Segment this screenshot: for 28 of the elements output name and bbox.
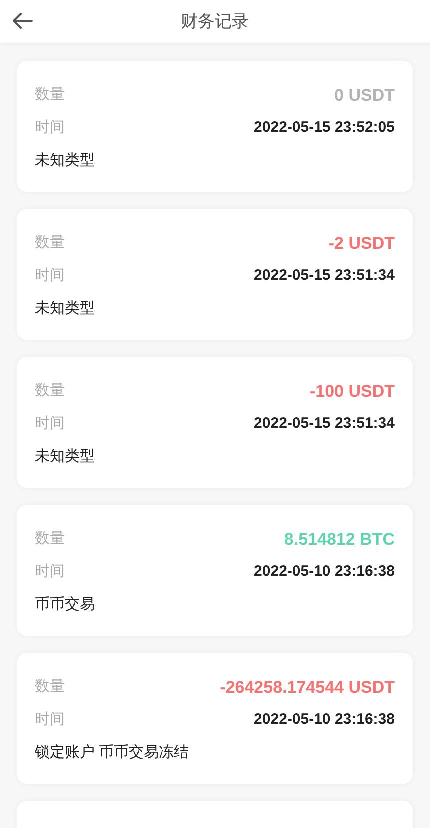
amount-label: 数量 [35, 233, 65, 254]
record-type: 未知类型 [35, 151, 96, 172]
amount-label: 数量 [35, 381, 65, 402]
record-type: 币币交易 [35, 595, 96, 616]
page-title: 财务记录 [181, 10, 249, 33]
time-label: 时间 [35, 266, 65, 286]
time-value: 2022-05-15 23:51:34 [254, 414, 395, 434]
amount-label: 数量 [35, 677, 65, 698]
amount-value: -2 USDT [328, 232, 395, 255]
time-label: 时间 [35, 118, 65, 138]
time-value: 2022-05-15 23:51:34 [254, 266, 395, 286]
time-value: 2022-05-10 23:16:38 [254, 562, 395, 582]
time-label: 时间 [35, 710, 65, 730]
amount-value: 0 USDT [334, 84, 395, 107]
time-label: 时间 [35, 562, 65, 582]
time-value: 2022-05-10 23:16:38 [254, 710, 395, 730]
record-type: 未知类型 [35, 447, 96, 468]
amount-value: -264258.174544 USDT [220, 676, 395, 699]
back-button[interactable] [12, 10, 34, 32]
amount-value: 8.514812 BTC [284, 528, 395, 551]
amount-value: -100 USDT [310, 380, 395, 403]
amount-label: 数量 [35, 529, 65, 550]
time-value: 2022-05-15 23:52:05 [254, 118, 395, 138]
amount-label: 数量 [35, 85, 65, 106]
time-label: 时间 [35, 414, 65, 434]
record-type: 未知类型 [35, 299, 96, 320]
record-type: 锁定账户 币币交易冻结 [35, 743, 190, 764]
back-arrow-icon [13, 13, 33, 29]
